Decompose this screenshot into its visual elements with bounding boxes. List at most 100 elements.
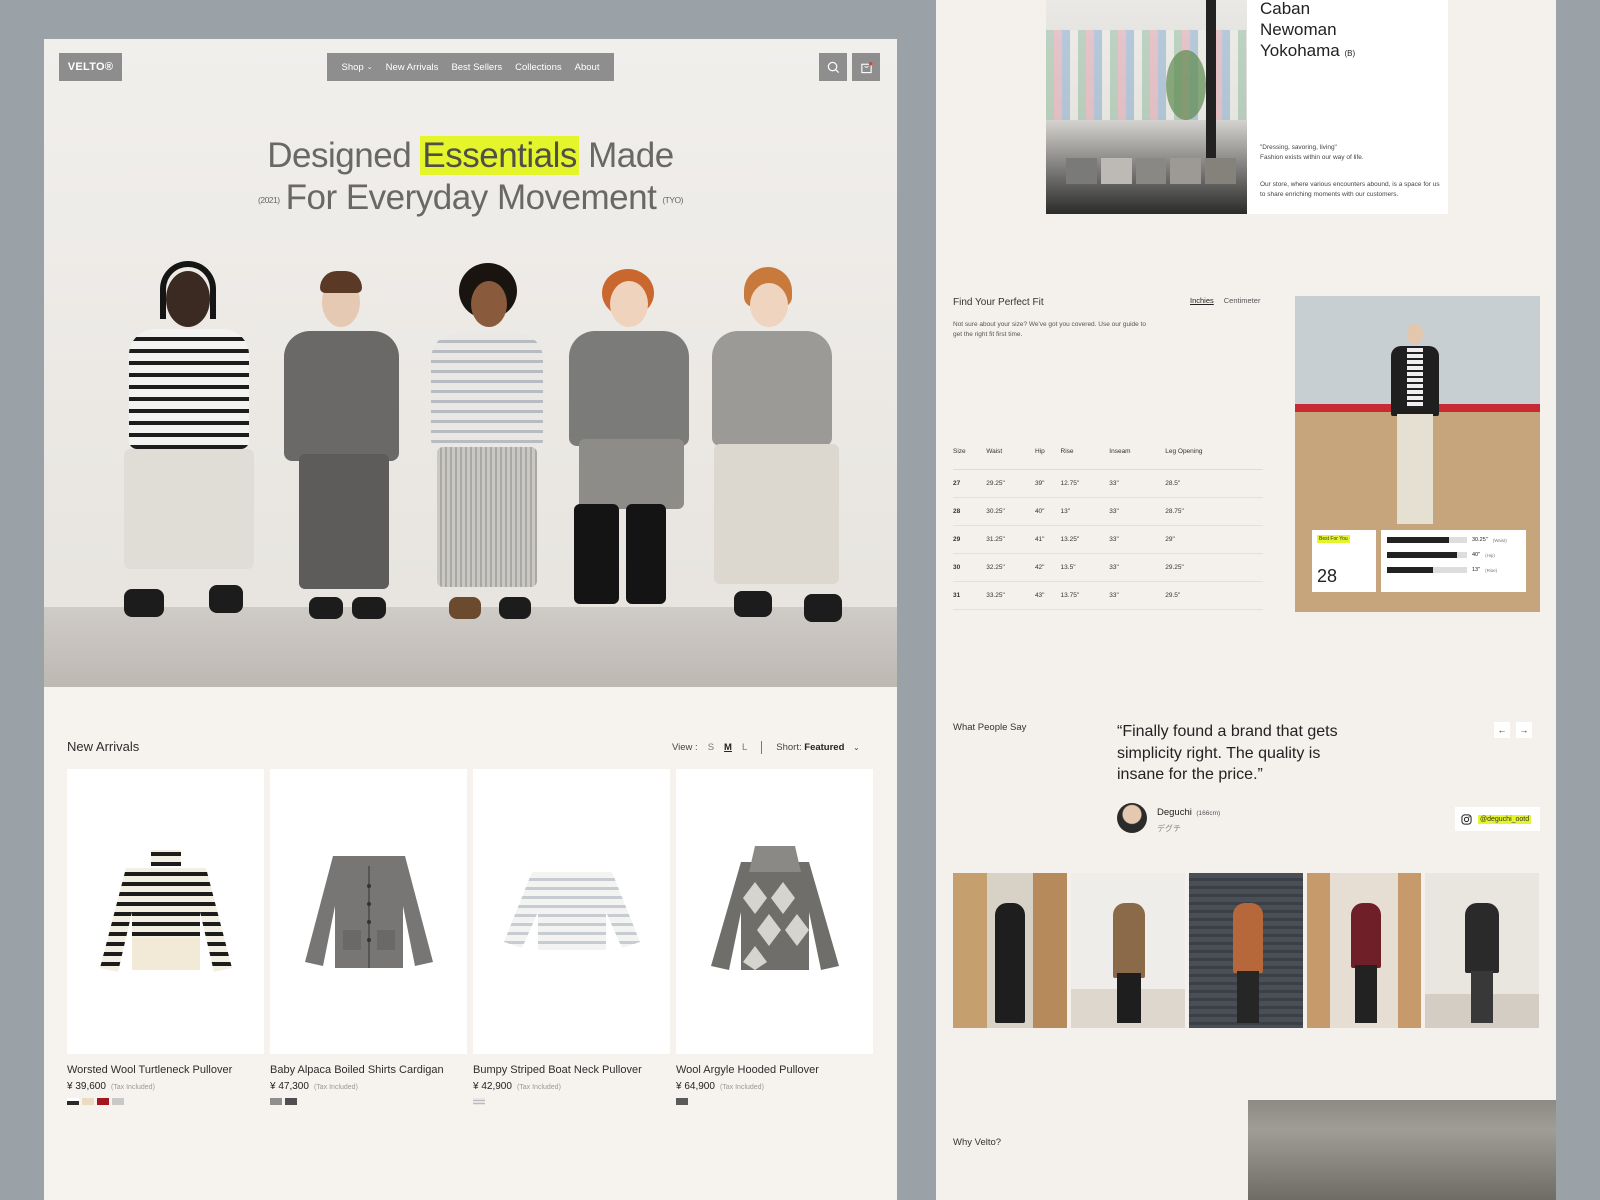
color-swatch[interactable] [270, 1098, 282, 1105]
headline-text: For Everyday Movement [285, 178, 657, 217]
thumbnail[interactable] [1100, 158, 1132, 184]
view-size-m[interactable]: M [724, 742, 732, 753]
gallery-photo[interactable] [1071, 873, 1185, 1028]
color-swatch[interactable] [676, 1098, 688, 1105]
brand-logo[interactable]: VELTO® [59, 53, 122, 81]
table-cell: 30.25" [986, 497, 1035, 526]
city-tag: (TYO) [662, 194, 683, 205]
color-swatch[interactable] [67, 1098, 79, 1105]
thumbnail[interactable] [1066, 158, 1097, 184]
nav-item-shop[interactable]: Shop ⌄ [342, 62, 373, 73]
view-size-s[interactable]: S [708, 742, 714, 753]
table-cell: 29.5" [1165, 581, 1263, 610]
tax-note: (Tax Included) [719, 1084, 764, 1091]
chevron-down-icon: ⌄ [366, 64, 373, 71]
table-row: 27 29.25" 39" 12.75" 33" 28.5" [953, 469, 1263, 498]
fit-measure-row: 40" (Hip) [1387, 552, 1520, 558]
column-header: Size [953, 448, 987, 470]
table-cell: 29.25" [986, 469, 1035, 498]
product-image[interactable] [67, 769, 264, 1054]
table-cell: 30 [953, 553, 987, 582]
fit-section-title: Find Your Perfect Fit [953, 297, 1044, 308]
cart-button[interactable] [852, 53, 880, 81]
next-testimonial-button[interactable]: → [1516, 722, 1532, 738]
table-row: 28 30.25" 40" 13" 33" 28.75" [953, 497, 1263, 526]
price-row: ¥ 42,900 (Tax Included) [473, 1081, 670, 1092]
view-size-l[interactable]: L [742, 742, 747, 753]
tax-note: (Tax Included) [313, 1084, 358, 1091]
table-cell: 39" [1034, 469, 1061, 498]
product-image[interactable] [676, 769, 873, 1054]
table-cell: 33" [1109, 469, 1166, 498]
view-label: View : [672, 742, 698, 753]
product-name[interactable]: Bumpy Striped Boat Neck Pullover [473, 1064, 670, 1076]
price-row: ¥ 47,300 (Tax Included) [270, 1081, 467, 1092]
nav-item-best-sellers[interactable]: Best Sellers [451, 62, 502, 73]
nav-item-new-arrivals[interactable]: New Arrivals [386, 62, 439, 73]
color-swatch[interactable] [285, 1098, 297, 1105]
color-swatch[interactable] [473, 1098, 485, 1105]
product-name[interactable]: Worsted Wool Turtleneck Pullover [67, 1064, 264, 1076]
gallery-photo[interactable] [1307, 873, 1421, 1028]
tab-centimeter[interactable]: Centimeter [1224, 296, 1261, 305]
testimonial-quote: “Finally found a brand that gets simplic… [1117, 723, 1338, 783]
tab-inches[interactable]: Inchies [1190, 296, 1214, 305]
customer-gallery [953, 873, 1543, 1028]
author-name: Deguchi [1157, 807, 1192, 818]
column-header: Rise [1060, 448, 1110, 470]
gallery-photo[interactable] [953, 873, 1067, 1028]
clothing-rack [1046, 30, 1246, 120]
column-header: Inseam [1109, 448, 1166, 470]
product-image[interactable] [270, 769, 467, 1054]
table-cell: 13.5" [1060, 553, 1110, 582]
search-button[interactable] [819, 53, 847, 81]
argyle-hoodie-image [710, 845, 839, 970]
gallery-photo[interactable] [1425, 873, 1539, 1028]
product-name[interactable]: Wool Argyle Hooded Pullover [676, 1064, 873, 1076]
nav-item-about[interactable]: About [575, 62, 600, 73]
thumbnail[interactable] [1170, 158, 1202, 184]
fit-bar-fill [1387, 537, 1450, 543]
sort-dropdown[interactable]: Short: Featured ⌄ [776, 742, 859, 753]
table-cell: 12.75" [1060, 469, 1110, 498]
product-name[interactable]: Baby Alpaca Boiled Shirts Cardigan [270, 1064, 467, 1076]
color-swatches [270, 1098, 467, 1105]
gallery-photo[interactable] [1189, 873, 1303, 1028]
thumbnail-strip [1066, 158, 1236, 184]
model-figure [704, 259, 844, 659]
thumbnail[interactable] [1205, 158, 1236, 184]
table-cell: 29.25" [1165, 553, 1263, 582]
product-image[interactable] [473, 769, 670, 1054]
product-card[interactable]: Baby Alpaca Boiled Shirts Cardigan ¥ 47,… [270, 769, 467, 1105]
divider [761, 741, 763, 754]
color-swatch[interactable] [112, 1098, 124, 1105]
unit-tabs: Inchies Centimeter [1190, 296, 1260, 305]
color-swatch[interactable] [82, 1098, 94, 1105]
fit-size-card: Best For You 28 [1312, 530, 1376, 592]
instagram-handle-link[interactable]: @deguchi_ootd [1455, 807, 1540, 831]
product-price: ¥ 39,600 [67, 1081, 106, 1092]
fit-bar-track [1387, 537, 1467, 543]
color-swatch[interactable] [97, 1098, 109, 1105]
prev-testimonial-button[interactable]: ← [1494, 722, 1510, 738]
store-name-line: Yokohama [1260, 41, 1340, 60]
quote-line: Fashion exists within our way of life. [1260, 154, 1364, 161]
instagram-icon [1461, 813, 1472, 825]
product-card[interactable]: Bumpy Striped Boat Neck Pullover ¥ 42,90… [473, 769, 670, 1105]
nav-item-collections[interactable]: Collections [515, 62, 561, 73]
table-cell: 32.25" [986, 553, 1035, 582]
fit-label: (Rise) [1485, 567, 1498, 573]
product-card[interactable]: Worsted Wool Turtleneck Pullover ¥ 39,60… [67, 769, 264, 1105]
fit-label: (Hip) [1485, 552, 1495, 558]
table-cell: 31.25" [986, 525, 1035, 554]
product-price: ¥ 47,300 [270, 1081, 309, 1092]
table-cell: 33" [1109, 553, 1166, 582]
fit-measure-row: 30.25" (Waist) [1387, 537, 1520, 543]
model-figure [564, 259, 694, 659]
thumbnail[interactable] [1135, 158, 1167, 184]
fit-bar-track [1387, 552, 1467, 558]
author-info: Deguchi (166cm) デグチ [1157, 802, 1220, 834]
column-header: Waist [986, 448, 1035, 470]
product-card[interactable]: Wool Argyle Hooded Pullover ¥ 64,900 (Ta… [676, 769, 873, 1105]
store-name: Caban Newoman Yokohama (B) [1260, 0, 1355, 64]
